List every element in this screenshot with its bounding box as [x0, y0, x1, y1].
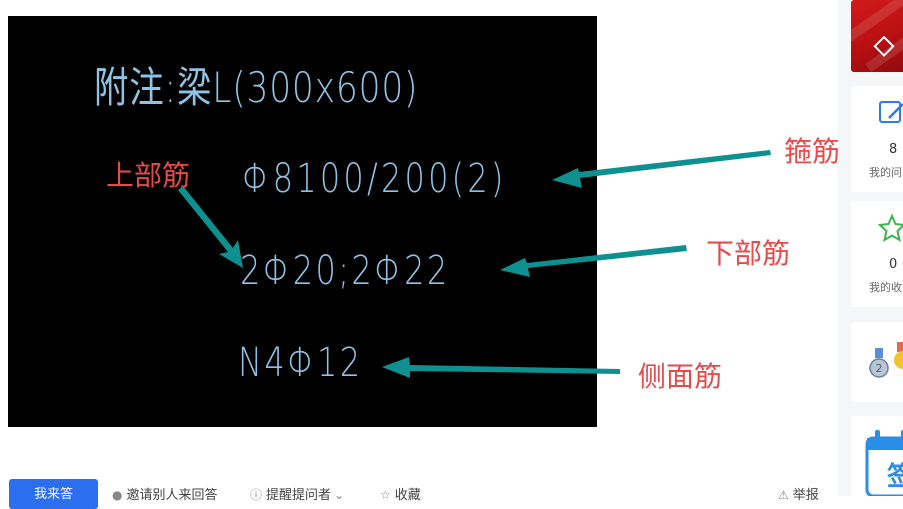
questions-label: 我的问	[869, 166, 902, 179]
favorite-link[interactable]: ☆ 收藏	[380, 484, 421, 503]
label-lower-rebar: 下部筋	[706, 237, 791, 270]
favorites-label: 我的收	[869, 281, 902, 294]
cad-bottom-rebar-text: 2Φ20;2Φ22	[240, 248, 450, 294]
questions-count: 8	[889, 142, 898, 157]
cad-drawing-image: 附注:梁L(300x600) Φ8100/200(2) 2Φ20;2Φ22 N4…	[8, 16, 597, 427]
star-outline-icon: ☆	[380, 488, 391, 502]
right-sidebar: 8 我的问 0 我的收 2 签	[838, 0, 903, 496]
edit-icon	[879, 101, 903, 123]
svg-text:2: 2	[876, 362, 883, 375]
checkin-card[interactable]: 签	[851, 416, 903, 496]
label-stirrup: 箍筋	[784, 135, 841, 168]
warning-icon: ⚠	[778, 488, 789, 502]
person-icon: ●	[112, 488, 123, 502]
checkin-label: 签	[887, 462, 903, 492]
remind-asker-link[interactable]: ⓘ 提醒提问者 ⌄	[250, 484, 348, 503]
cad-stirrup-text: Φ8100/200(2)	[242, 156, 507, 202]
medal-icon: 2	[869, 342, 903, 378]
my-favorites-card[interactable]: 0 我的收	[851, 201, 903, 307]
diamond-icon	[873, 36, 895, 57]
answer-button[interactable]: 我来答	[9, 479, 98, 509]
promo-banner[interactable]	[851, 0, 903, 72]
medals-card[interactable]: 2	[851, 322, 903, 402]
cad-side-rebar-text: N4Φ12	[238, 340, 363, 386]
report-link[interactable]: ⚠ 举报	[778, 484, 819, 503]
answer-toolbar: 我来答 ● 邀请别人来回答 ⓘ 提醒提问者 ⌄ ☆ 收藏 ⚠ 举报	[0, 476, 838, 509]
label-side-rebar: 侧面筋	[638, 360, 723, 393]
label-top-rebar: 上部筋	[106, 159, 191, 192]
cad-title-text: 附注:梁L(300x600)	[94, 63, 419, 112]
info-icon: ⓘ	[250, 488, 263, 502]
invite-answer-link[interactable]: ● 邀请别人来回答	[112, 484, 218, 503]
my-questions-card[interactable]: 8 我的问	[851, 86, 903, 192]
chevron-down-icon: ⌄	[334, 488, 345, 502]
star-icon	[877, 213, 903, 243]
favorites-count: 0	[889, 257, 898, 272]
